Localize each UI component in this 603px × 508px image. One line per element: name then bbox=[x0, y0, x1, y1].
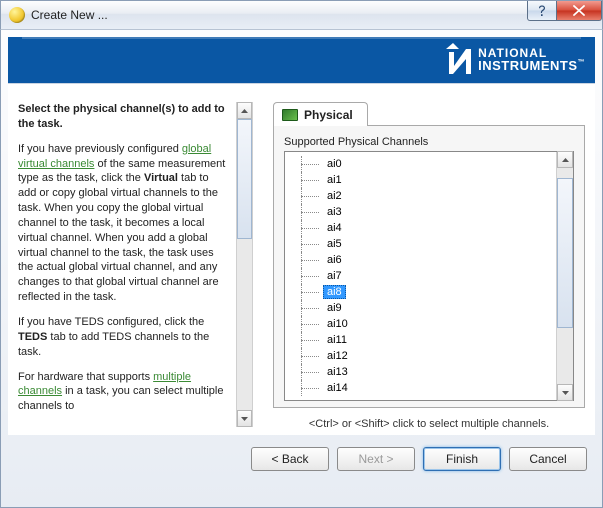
scroll-down-icon[interactable] bbox=[237, 410, 252, 427]
channel-item[interactable]: ai2 bbox=[291, 188, 550, 204]
channel-item[interactable]: ai13 bbox=[291, 364, 550, 380]
channel-item[interactable]: ai6 bbox=[291, 252, 550, 268]
physical-chip-icon bbox=[282, 109, 298, 121]
selection-hint: <Ctrl> or <Shift> click to select multip… bbox=[273, 418, 585, 430]
tab-physical[interactable]: Physical bbox=[273, 102, 368, 126]
scroll-up-icon[interactable] bbox=[237, 102, 252, 119]
channel-item[interactable]: ai8 bbox=[291, 284, 550, 300]
window-title: Create New ... bbox=[31, 8, 108, 22]
app-icon bbox=[9, 7, 25, 23]
scroll-thumb[interactable] bbox=[557, 178, 573, 328]
close-button[interactable] bbox=[556, 1, 602, 21]
ni-logo-icon bbox=[446, 43, 472, 75]
channel-item[interactable]: ai3 bbox=[291, 204, 550, 220]
channel-item[interactable]: ai10 bbox=[291, 316, 550, 332]
tab-label: Physical bbox=[304, 108, 353, 122]
next-button: Next > bbox=[337, 447, 415, 471]
help-scrollbar[interactable] bbox=[236, 102, 253, 427]
help-button[interactable] bbox=[527, 1, 557, 21]
supported-channels-label: Supported Physical Channels bbox=[284, 136, 574, 148]
channel-tree[interactable]: ai0ai1ai2ai3ai4ai5ai6ai7ai8ai9ai10ai11ai… bbox=[285, 152, 552, 400]
channel-item[interactable]: ai5 bbox=[291, 236, 550, 252]
channel-item[interactable]: ai7 bbox=[291, 268, 550, 284]
channel-item[interactable]: ai14 bbox=[291, 380, 550, 396]
finish-button[interactable]: Finish bbox=[423, 447, 501, 471]
channel-item[interactable]: ai11 bbox=[291, 332, 550, 348]
tree-scrollbar[interactable] bbox=[556, 152, 573, 400]
back-button[interactable]: < Back bbox=[251, 447, 329, 471]
scroll-down-icon[interactable] bbox=[557, 384, 573, 401]
cancel-button[interactable]: Cancel bbox=[509, 447, 587, 471]
help-text: Select the physical channel(s) to add to… bbox=[18, 102, 232, 427]
channel-item[interactable]: ai1 bbox=[291, 172, 550, 188]
channel-item[interactable]: ai0 bbox=[291, 156, 550, 172]
scroll-up-icon[interactable] bbox=[557, 151, 573, 168]
channel-item[interactable]: ai9 bbox=[291, 300, 550, 316]
channel-item[interactable]: ai12 bbox=[291, 348, 550, 364]
brand-header: NATIONAL INSTRUMENTS™ bbox=[8, 37, 595, 83]
scroll-thumb[interactable] bbox=[237, 119, 252, 239]
channel-item[interactable]: ai4 bbox=[291, 220, 550, 236]
